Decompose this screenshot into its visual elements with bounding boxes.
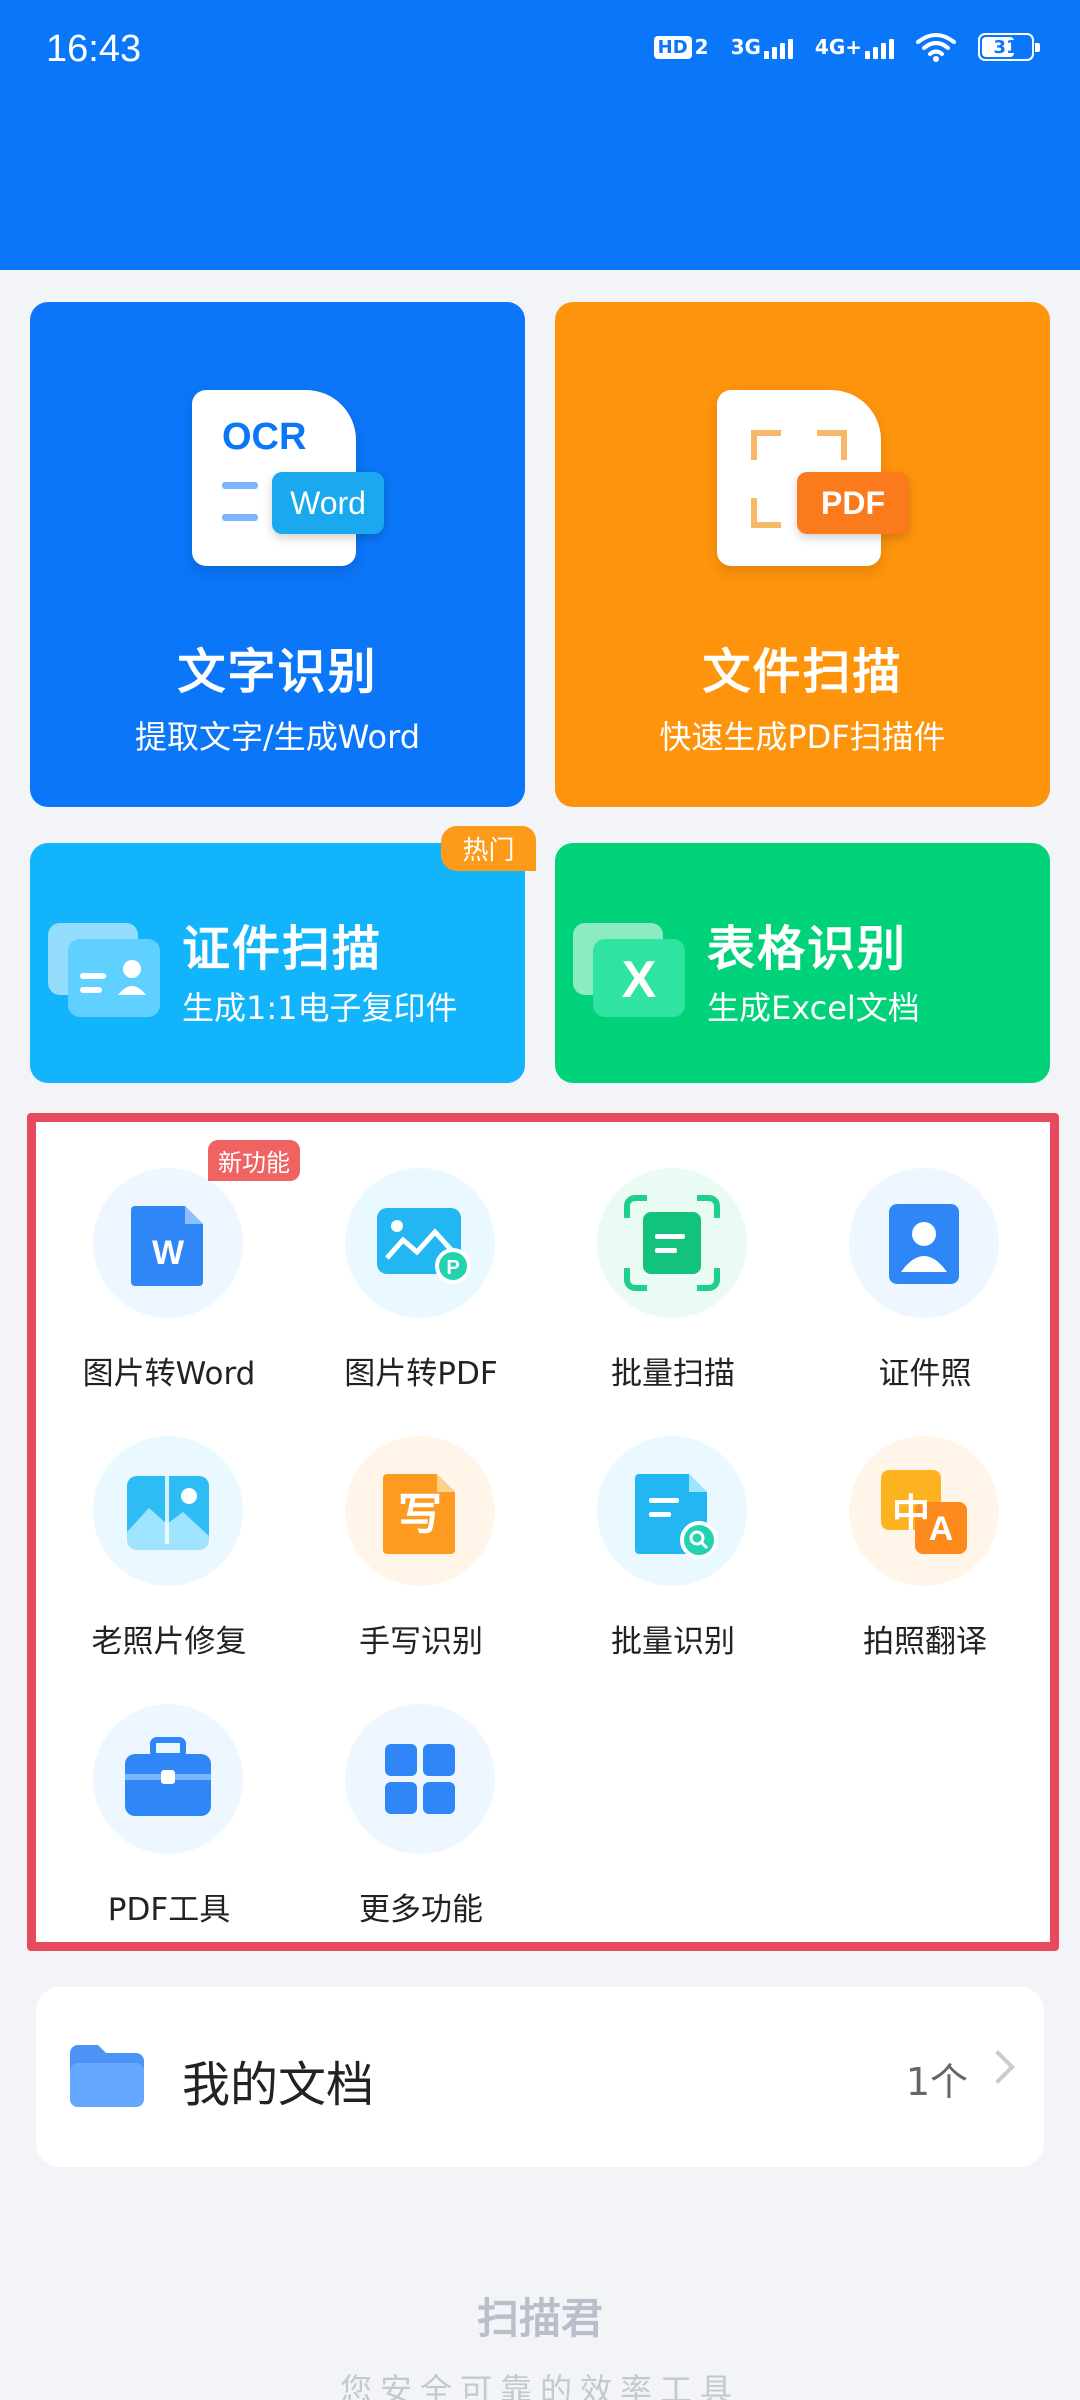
- new-feature-badge: 新功能: [208, 1140, 300, 1181]
- tool-label: 批量识别: [611, 1624, 735, 1660]
- tool-batch-scan[interactable]: 批量扫描: [547, 1168, 799, 1423]
- excel-icon-letter: X: [621, 951, 657, 1009]
- sheet-subtitle: 生成Excel文档: [707, 989, 920, 1027]
- tools-panel: W 新功能 图片转Word P 图片转PDF 批量扫描 证件照 老照片修复 写 …: [27, 1113, 1059, 1951]
- file-scan-card[interactable]: PDF 文件扫描 快速生成PDF扫描件: [555, 302, 1050, 807]
- ocr-card-subtitle: 提取文字/生成Word: [134, 718, 421, 756]
- ocr-card[interactable]: OCR Word 文字识别 提取文字/生成Word: [30, 302, 525, 807]
- tool-id-photo[interactable]: 证件照: [799, 1168, 1051, 1423]
- id-scan-subtitle: 生成1:1电子复印件: [182, 989, 458, 1027]
- translate-en-glyph: A: [928, 1510, 954, 1548]
- word-tag: Word: [272, 472, 384, 534]
- tool-label: 老照片修复: [91, 1624, 247, 1660]
- net-4g-label: 4G+: [814, 35, 862, 59]
- batch-recognize-icon: [597, 1436, 747, 1586]
- ocr-card-title: 文字识别: [177, 644, 378, 700]
- hd-indicator: HD 2: [653, 35, 709, 59]
- tool-label: 图片转Word: [82, 1356, 256, 1392]
- handwriting-glyph: 写: [398, 1489, 442, 1540]
- my-documents-row[interactable]: 我的文档 1个: [36, 1987, 1044, 2167]
- id-scan-card[interactable]: 证件扫描 生成1:1电子复印件: [30, 843, 525, 1083]
- id-card-icon: [68, 939, 160, 1017]
- status-icons: HD 2 3G 4G+ 31: [653, 32, 1040, 62]
- hd-badge: HD: [653, 36, 692, 59]
- header-bar: 16:43 HD 2 3G 4G+ 31: [0, 0, 1080, 270]
- id-photo-icon: [849, 1168, 999, 1318]
- svg-text:P: P: [446, 1257, 459, 1279]
- file-scan-card-subtitle: 快速生成PDF扫描件: [659, 718, 946, 756]
- status-time: 16:43: [46, 28, 142, 70]
- tool-pdf-tools[interactable]: PDF工具: [43, 1704, 295, 1959]
- brand-name: 扫描君: [476, 2294, 603, 2343]
- scan-doc-icon: PDF: [717, 390, 909, 566]
- briefcase-icon: [93, 1704, 243, 1854]
- tool-label: 批量扫描: [611, 1356, 735, 1392]
- wifi-icon: [916, 33, 956, 62]
- tool-label: 证件照: [878, 1356, 972, 1392]
- ocr-doc-icon: OCR Word: [192, 390, 384, 566]
- signal-4g-icon: 4G+: [815, 35, 894, 59]
- battery-level: 31: [993, 36, 1019, 58]
- brand-slogan: 您安全可靠的效率工具: [339, 2371, 740, 2400]
- hot-badge: 热门: [441, 826, 536, 871]
- tool-label: 更多功能: [359, 1892, 483, 1928]
- file-scan-card-title: 文件扫描: [702, 644, 903, 700]
- pdf-tag: PDF: [797, 472, 909, 534]
- tool-label: 图片转PDF: [344, 1356, 498, 1392]
- my-documents-title: 我的文档: [182, 2057, 375, 2113]
- svg-text:W: W: [152, 1234, 185, 1272]
- word-doc-icon: W: [93, 1168, 243, 1318]
- id-scan-title: 证件扫描: [182, 921, 383, 977]
- tool-label: PDF工具: [107, 1892, 231, 1928]
- sheet-title: 表格识别: [707, 921, 908, 977]
- photo-restore-icon: [93, 1436, 243, 1586]
- tool-label: 手写识别: [359, 1624, 483, 1660]
- documents-count: 1个: [905, 2060, 968, 2104]
- chevron-right-icon: [981, 2050, 1015, 2084]
- tool-batch-recognize[interactable]: 批量识别: [547, 1436, 799, 1691]
- sheet-recognize-card[interactable]: X 表格识别 生成Excel文档: [555, 843, 1050, 1083]
- tool-image-to-pdf[interactable]: P 图片转PDF: [295, 1168, 547, 1423]
- tool-more[interactable]: 更多功能: [295, 1704, 547, 1959]
- folder-icon: [70, 2045, 144, 2107]
- tool-photo-translate[interactable]: 中 A 拍照翻译: [799, 1436, 1051, 1691]
- signal-3g-icon: 3G: [731, 35, 793, 59]
- image-pdf-icon: P: [345, 1168, 495, 1318]
- grid-icon: [345, 1704, 495, 1854]
- tool-label: 拍照翻译: [863, 1624, 987, 1660]
- tool-handwriting[interactable]: 写 手写识别: [295, 1436, 547, 1691]
- tool-image-to-word[interactable]: W 新功能 图片转Word: [43, 1140, 300, 1423]
- tool-photo-restore[interactable]: 老照片修复: [43, 1436, 295, 1691]
- hd-sub: 2: [694, 35, 709, 59]
- batch-scan-icon: [597, 1168, 747, 1318]
- battery-icon: 31: [978, 33, 1040, 61]
- ocr-icon-text: OCR: [222, 416, 307, 458]
- net-3g-label: 3G: [730, 35, 761, 59]
